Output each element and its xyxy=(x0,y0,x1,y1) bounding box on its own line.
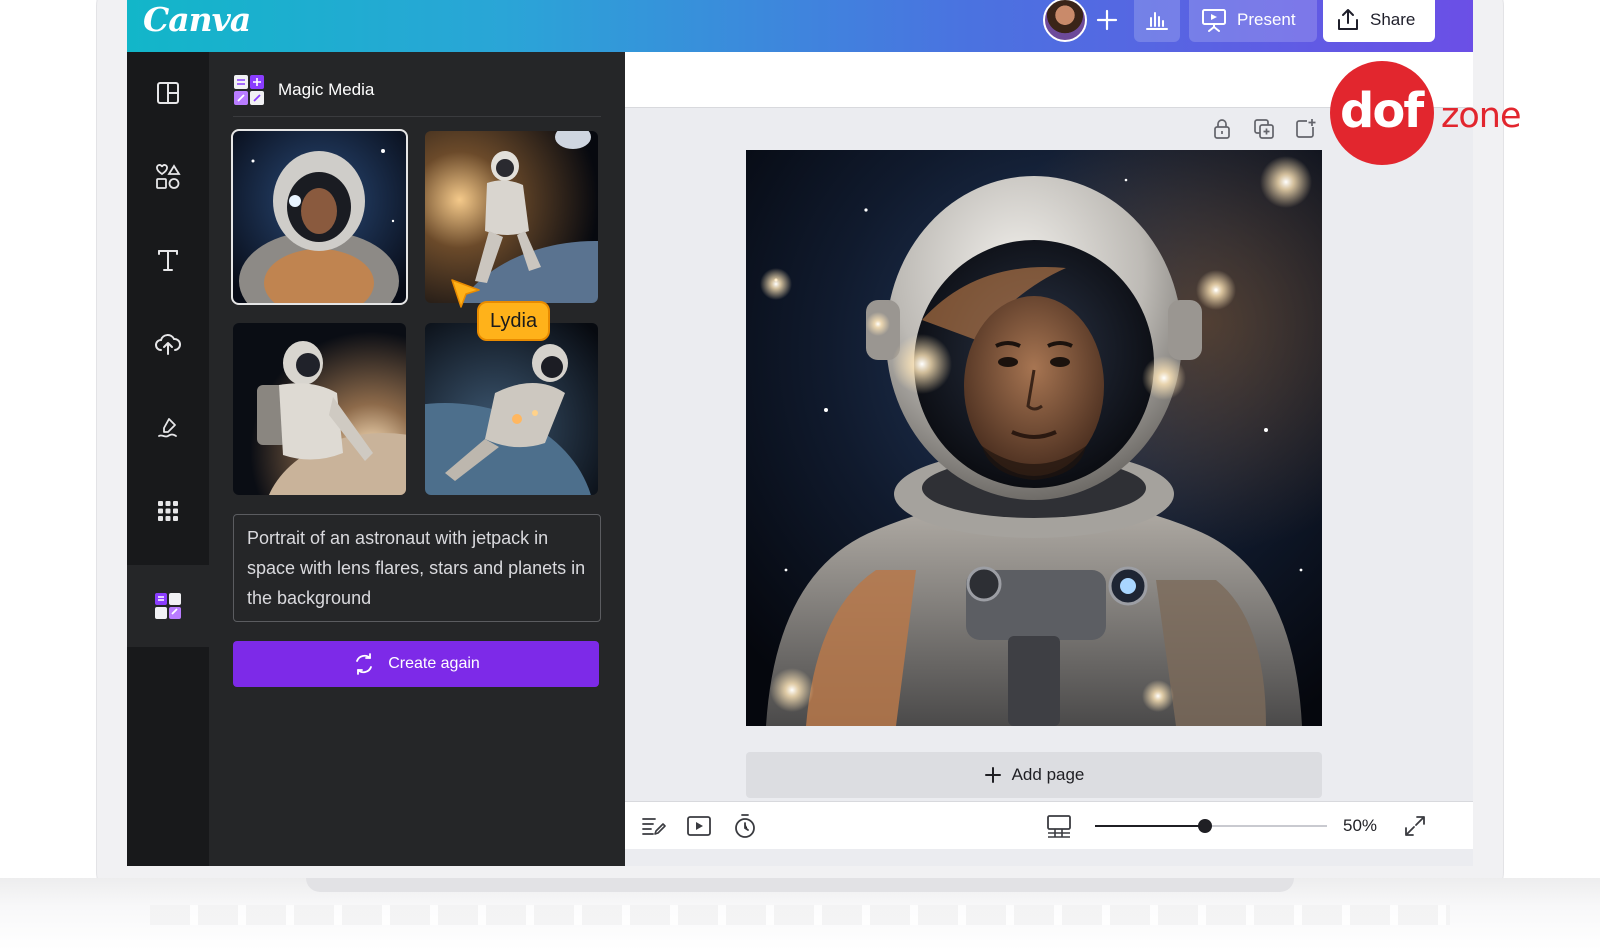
text-icon xyxy=(158,250,178,271)
astronaut-spacewalk-image xyxy=(425,323,598,495)
result-thumbnail-3[interactable] xyxy=(233,323,406,495)
refresh-icon xyxy=(356,653,373,675)
design-icon xyxy=(157,82,179,104)
zoom-level[interactable]: 50% xyxy=(1343,816,1377,836)
canva-logo[interactable]: Canva xyxy=(143,0,251,40)
prompt-input[interactable]: Portrait of an astronaut with jetpack in… xyxy=(233,514,601,622)
magic-media-icon xyxy=(155,593,181,619)
magic-media-panel: Magic Media Lydia Portrait of an astrona… xyxy=(209,52,625,866)
draw-icon xyxy=(158,418,177,438)
plus-icon xyxy=(1096,9,1118,31)
laptop-screen: Canva Present Share Magic Media Lydia Po… xyxy=(127,0,1473,866)
astronaut-over-planet-image xyxy=(233,323,406,495)
present-label: Present xyxy=(1237,10,1296,29)
elements-icon xyxy=(156,164,181,189)
result-thumbnail-1[interactable] xyxy=(231,129,408,305)
rail-item-uploads[interactable] xyxy=(127,316,209,372)
keyboard-hint xyxy=(150,905,1450,925)
present-icon xyxy=(1202,9,1226,32)
apps-icon xyxy=(158,501,178,521)
avatar[interactable] xyxy=(1043,0,1087,42)
create-again-button[interactable]: Create again xyxy=(233,641,599,687)
top-bar: Canva Present Share xyxy=(127,0,1473,52)
watermark-suffix: zone xyxy=(1441,96,1522,136)
rail-item-design[interactable] xyxy=(127,65,209,121)
panel-divider xyxy=(233,116,601,117)
bottom-toolbar: 50% xyxy=(625,801,1473,849)
zoom-slider-fill xyxy=(1095,825,1206,827)
bar-chart-icon xyxy=(1146,12,1168,30)
rail-item-text[interactable] xyxy=(127,232,209,288)
laptop-lip xyxy=(306,878,1294,892)
duplicate-icon[interactable] xyxy=(1252,117,1276,141)
add-page-button[interactable]: Add page xyxy=(746,752,1322,798)
design-artboard[interactable] xyxy=(746,150,1322,726)
play-icon[interactable] xyxy=(686,813,712,839)
astronaut-main-image xyxy=(746,150,1322,726)
result-thumbnail-4[interactable] xyxy=(425,323,598,495)
fullscreen-icon[interactable] xyxy=(1402,813,1428,839)
share-button[interactable]: Share xyxy=(1323,0,1435,42)
add-page-label: Add page xyxy=(1011,765,1085,784)
left-rail xyxy=(127,52,209,866)
canvas-area: Add page 50% xyxy=(625,52,1473,866)
collaborator-tag: Lydia xyxy=(477,301,551,341)
zoom-slider-thumb[interactable] xyxy=(1198,819,1212,833)
rail-item-magic-media[interactable] xyxy=(127,578,209,634)
present-button[interactable]: Present xyxy=(1189,0,1317,42)
page-grid-icon[interactable] xyxy=(1046,813,1072,839)
rail-item-draw[interactable] xyxy=(127,400,209,456)
add-page-icon[interactable] xyxy=(1293,117,1317,141)
create-again-label: Create again xyxy=(388,655,480,672)
share-label: Share xyxy=(1370,10,1416,29)
timer-icon[interactable] xyxy=(732,813,758,839)
notes-icon[interactable] xyxy=(640,813,666,839)
rail-item-apps[interactable] xyxy=(127,483,209,539)
plus-icon xyxy=(984,767,1001,783)
magic-media-icon xyxy=(234,75,264,105)
insights-button[interactable] xyxy=(1134,0,1180,42)
watermark-brand: dof xyxy=(1340,83,1424,139)
rail-item-elements[interactable] xyxy=(127,149,209,205)
astronaut-portrait-image xyxy=(233,131,406,303)
lock-icon[interactable] xyxy=(1210,117,1234,141)
invite-plus-button[interactable] xyxy=(1089,4,1125,36)
uploads-icon xyxy=(155,334,181,355)
panel-title: Magic Media xyxy=(278,80,375,99)
share-icon xyxy=(1338,9,1358,30)
